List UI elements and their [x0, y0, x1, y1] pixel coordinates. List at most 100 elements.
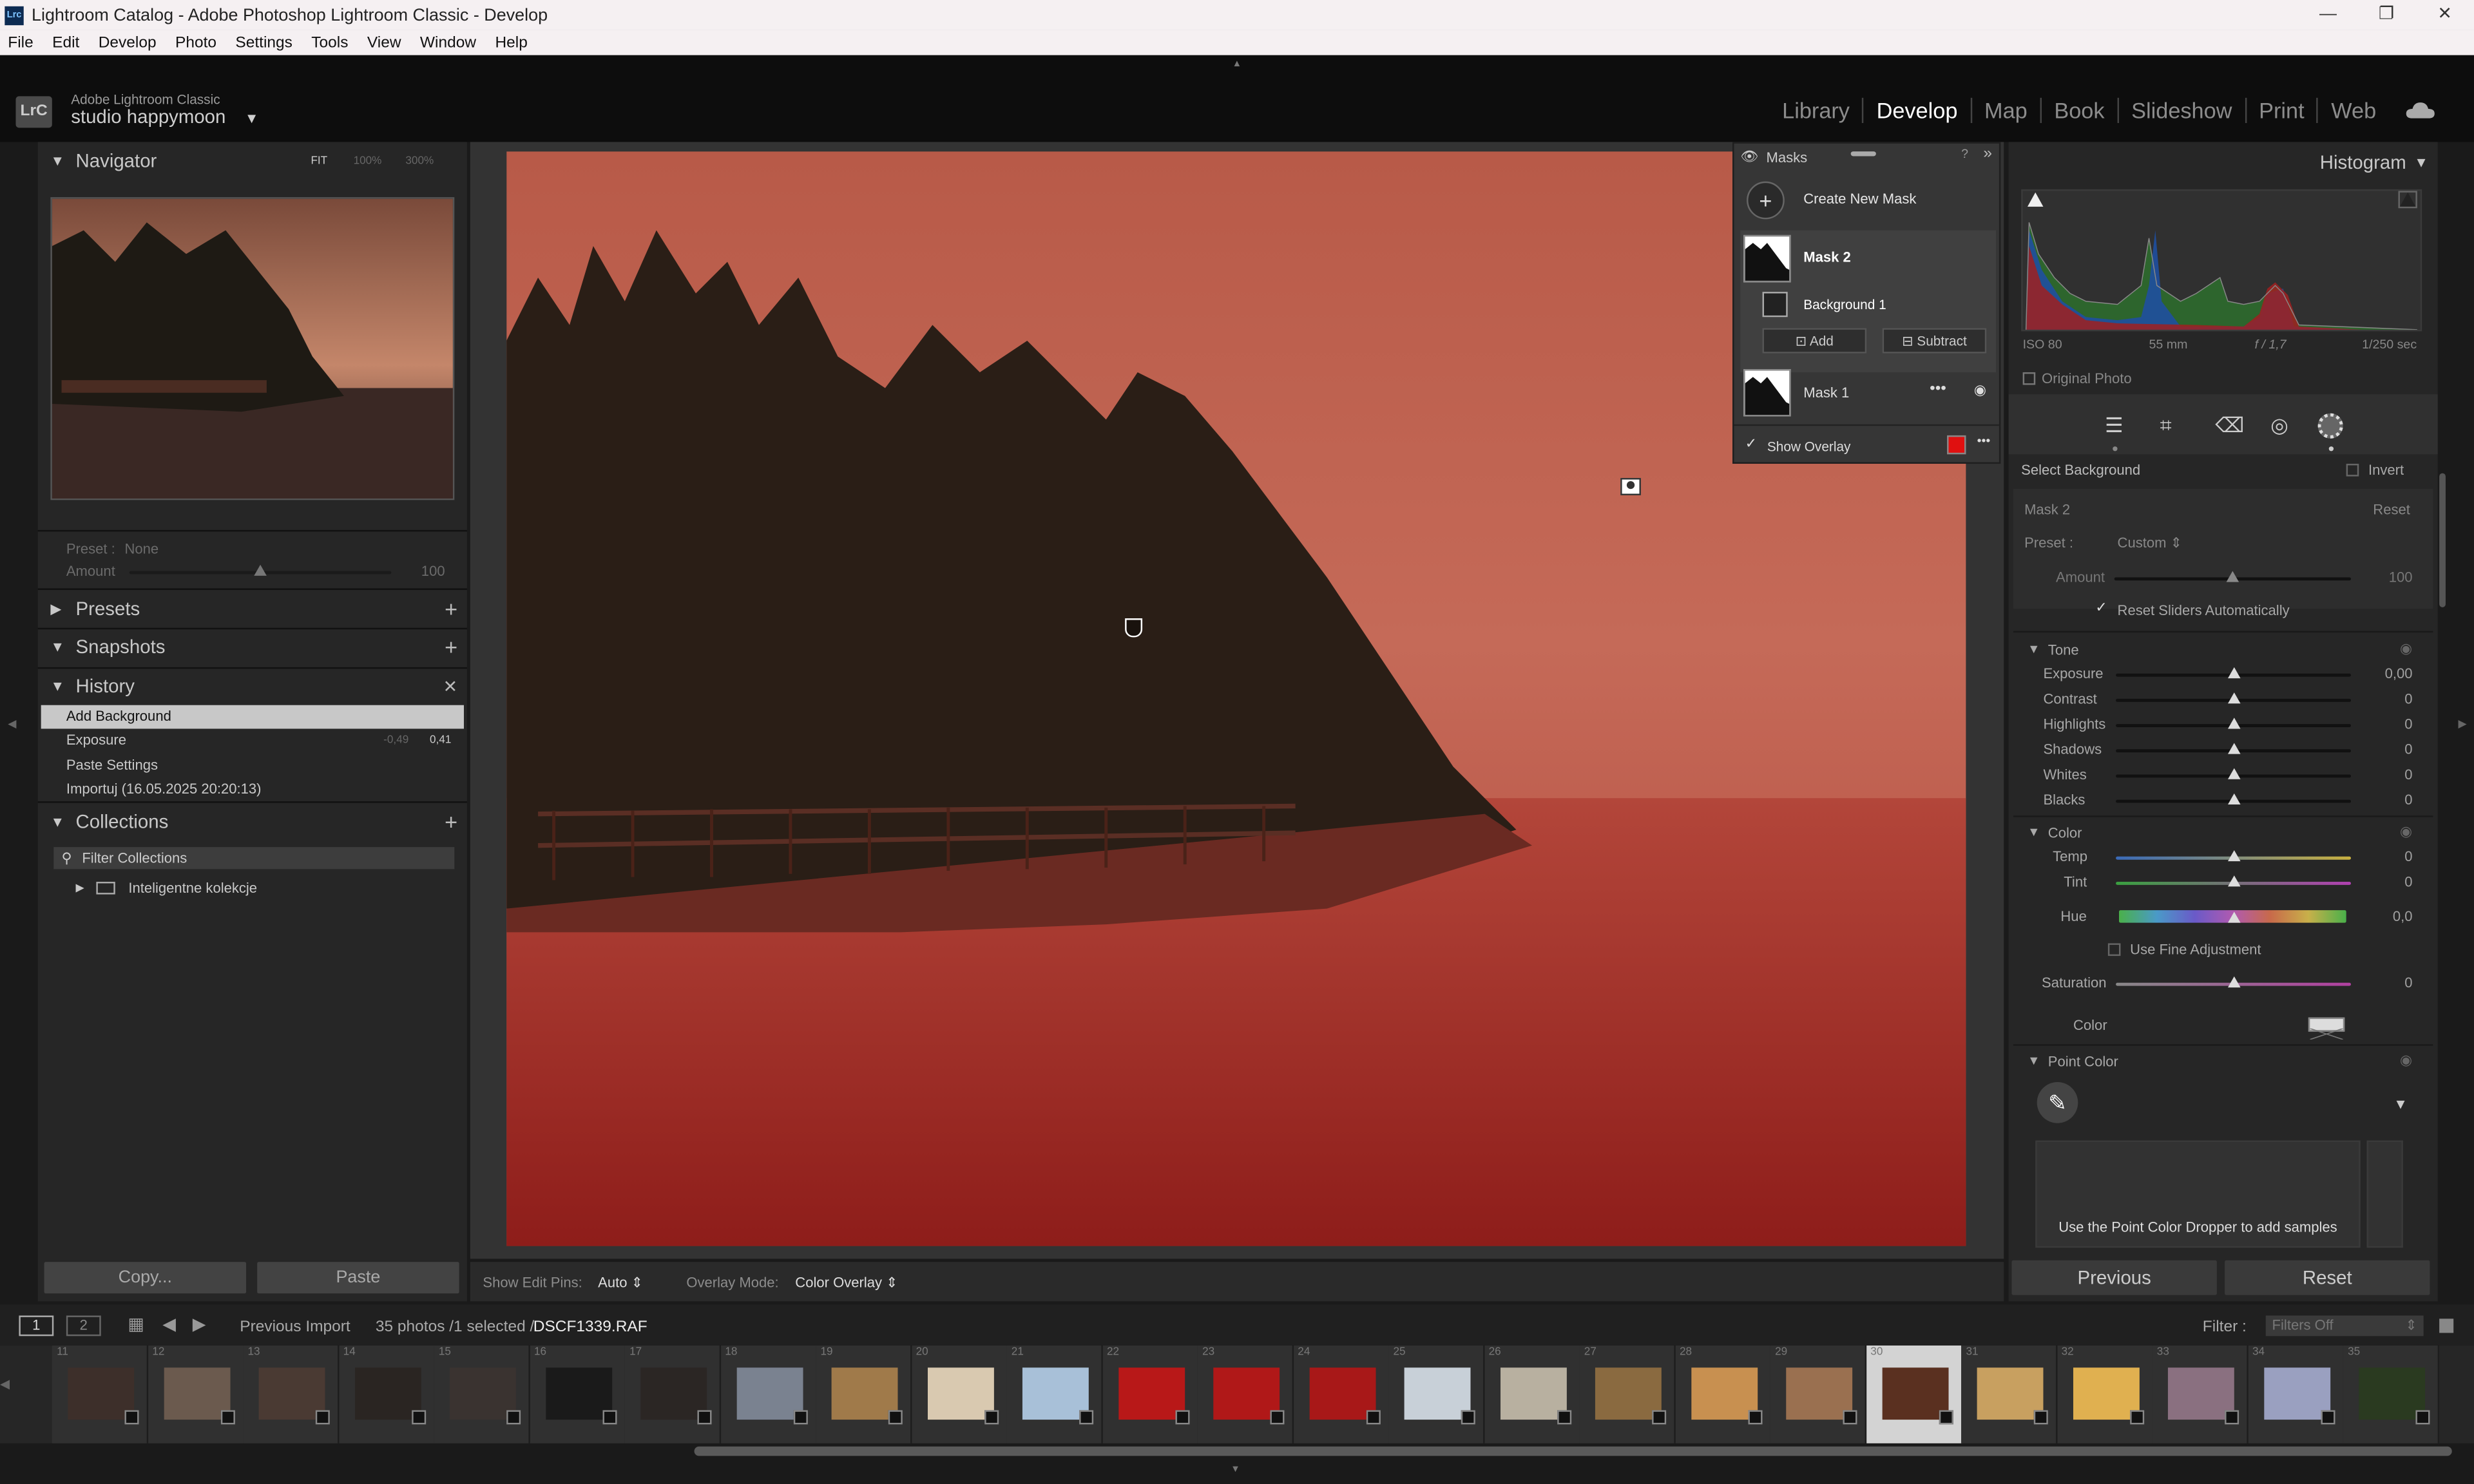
histogram-title[interactable]: Histogram	[2320, 151, 2406, 173]
module-map[interactable]: Map	[1971, 97, 2042, 124]
collapse-triangle-icon[interactable]: ▼	[2414, 155, 2428, 170]
masking-icon[interactable]	[2317, 413, 2343, 439]
saturation-knob[interactable]	[2227, 976, 2241, 988]
filmstrip-thumbnail[interactable]: 28	[1674, 1345, 1772, 1443]
filter-select[interactable]: Filters Off ⇕	[2265, 1315, 2424, 1337]
source-label[interactable]: Previous Import	[240, 1318, 350, 1336]
highlights-knob[interactable]	[2227, 718, 2241, 729]
view-2-button[interactable]: 2	[66, 1315, 101, 1337]
maximize-button[interactable]: ❐	[2357, 0, 2416, 30]
menu-photo[interactable]: Photo	[175, 34, 216, 52]
overlay-color-swatch[interactable]	[1947, 435, 1966, 455]
menu-develop[interactable]: Develop	[99, 34, 157, 52]
blacks-knob[interactable]	[2227, 793, 2241, 804]
collapse-triangle-icon[interactable]: ▼	[2028, 825, 2040, 839]
whites-value[interactable]: 0	[2365, 766, 2412, 782]
exposure-knob[interactable]	[2227, 667, 2241, 679]
paste-button[interactable]: Paste	[257, 1262, 459, 1294]
filmstrip-thumbnail[interactable]: 35	[2343, 1345, 2440, 1443]
zoom-300[interactable]: 300%	[405, 155, 434, 166]
filmstrip-thumbnail[interactable]: 19	[816, 1345, 912, 1443]
create-new-mask-button[interactable]: Create New Mask	[1803, 191, 1916, 206]
mask-reset-button[interactable]: Reset	[2373, 502, 2410, 517]
red-eye-icon[interactable]: ◎	[2270, 414, 2288, 439]
background1-label[interactable]: Background 1	[1803, 296, 1886, 312]
navigator-header[interactable]: ▼ Navigator FIT 100% 300%	[38, 142, 467, 180]
history-item[interactable]: Paste Settings	[41, 754, 464, 778]
minimize-button[interactable]: —	[2299, 0, 2357, 30]
menu-view[interactable]: View	[367, 34, 401, 52]
view-1-button[interactable]: 1	[19, 1315, 54, 1337]
overlay-mode-select[interactable]: Color Overlay ⇕	[795, 1275, 897, 1292]
drag-handle[interactable]	[1850, 151, 1876, 157]
more-options-icon[interactable]: •••	[1930, 380, 1946, 397]
collapse-bottom-icon[interactable]: ▼	[1231, 1465, 1240, 1475]
masks-header[interactable]: 👁 Masks	[1740, 148, 1807, 166]
filmstrip-thumbnail[interactable]: 23	[1197, 1345, 1294, 1443]
histogram-chart[interactable]	[2021, 189, 2422, 332]
hue-value[interactable]: 0,0	[2365, 909, 2413, 924]
edit-sliders-icon[interactable]: ☰	[2105, 414, 2124, 439]
filmstrip-thumbnail[interactable]: 33	[2152, 1345, 2249, 1443]
show-edit-pins-select[interactable]: Auto ⇕	[598, 1275, 643, 1292]
collapse-triangle-icon[interactable]: ▼	[2028, 642, 2040, 656]
point-color-dropdown-icon[interactable]: ▼	[2393, 1096, 2408, 1112]
history-header[interactable]: ▼ History ✕	[38, 667, 467, 705]
filmstrip-thumbnail[interactable]: 29	[1770, 1345, 1867, 1443]
subtract-from-mask-button[interactable]: ⊟ Subtract	[1882, 328, 1987, 354]
edit-pin-icon[interactable]	[1125, 618, 1143, 638]
add-collection-icon[interactable]: +	[445, 809, 457, 834]
filmstrip-thumbnail[interactable]: 24	[1292, 1345, 1390, 1443]
filter-collections-input[interactable]: ⚲ Filter Collections	[53, 847, 455, 870]
module-print[interactable]: Print	[2247, 97, 2319, 124]
cloud-icon[interactable]	[2404, 101, 2436, 120]
exposure-value[interactable]: 0,00	[2365, 665, 2413, 681]
point-color-title[interactable]: Point Color	[2048, 1054, 2118, 1069]
back-arrow-icon[interactable]: ◀	[162, 1314, 176, 1334]
add-snapshot-icon[interactable]: +	[445, 634, 457, 659]
studio-name[interactable]: studio happymoon ▼	[71, 106, 258, 128]
filmstrip-scrollbar[interactable]	[694, 1446, 2452, 1456]
tint-knob[interactable]	[2227, 875, 2241, 887]
filmstrip-thumbnail[interactable]: 34	[2247, 1345, 2344, 1443]
point-color-visibility-icon[interactable]: ◉	[2400, 1052, 2412, 1069]
collection-set-item[interactable]: ▶ Inteligentne kolekcje	[76, 880, 258, 896]
filmstrip-thumbnail[interactable]: 26	[1484, 1345, 1580, 1443]
eyedropper-icon[interactable]: ✎	[2037, 1082, 2078, 1123]
forward-arrow-icon[interactable]: ▶	[193, 1314, 206, 1334]
filmstrip-thumbnail[interactable]: 17	[624, 1345, 722, 1443]
crop-icon[interactable]: ⌗	[2160, 414, 2172, 439]
tint-value[interactable]: 0	[2365, 874, 2412, 889]
filter-lock-icon[interactable]	[2439, 1318, 2454, 1333]
module-web[interactable]: Web	[2319, 98, 2389, 123]
contrast-value[interactable]: 0	[2365, 691, 2412, 707]
collapse-masks-icon[interactable]: »	[1983, 145, 1992, 162]
selected-filename[interactable]: DSCF1339.RAF	[533, 1318, 647, 1336]
menu-window[interactable]: Window	[420, 34, 476, 52]
close-button[interactable]: ✕	[2415, 0, 2474, 30]
menu-tools[interactable]: Tools	[311, 34, 348, 52]
mask-amount-knob[interactable]	[2226, 571, 2239, 582]
filmstrip-thumbnail[interactable]: 13	[243, 1345, 340, 1443]
show-overlay-checkbox[interactable]: ✓	[1745, 435, 1757, 453]
filmstrip-thumbnail[interactable]: 31	[1961, 1345, 2058, 1443]
shadows-knob[interactable]	[2227, 743, 2241, 754]
invert-checkbox[interactable]	[2346, 464, 2359, 477]
reset-sliders-checkbox[interactable]: ✓	[2095, 600, 2107, 617]
menu-edit[interactable]: Edit	[52, 34, 79, 52]
snapshots-header[interactable]: ▼ Snapshots +	[38, 628, 467, 666]
mask-preset-select[interactable]: Custom ⇕	[2118, 535, 2183, 552]
mask2-label[interactable]: Mask 2	[1803, 249, 1851, 265]
menu-settings[interactable]: Settings	[235, 34, 292, 52]
filmstrip-thumbnail[interactable]: 30	[1865, 1345, 1962, 1443]
history-item[interactable]: Importuj (16.05.2025 20:20:13)	[41, 777, 464, 801]
module-slideshow[interactable]: Slideshow	[2119, 97, 2247, 124]
reset-button[interactable]: Reset	[2225, 1260, 2430, 1295]
navigator-preview[interactable]	[50, 197, 455, 500]
original-photo-checkbox[interactable]	[2022, 372, 2036, 385]
eye-icon[interactable]: 👁	[1740, 148, 1758, 166]
highlights-value[interactable]: 0	[2365, 716, 2412, 732]
hue-knob[interactable]	[2227, 911, 2241, 923]
collapse-top-icon[interactable]: ▲	[1232, 60, 1242, 70]
module-develop[interactable]: Develop	[1864, 97, 1972, 124]
